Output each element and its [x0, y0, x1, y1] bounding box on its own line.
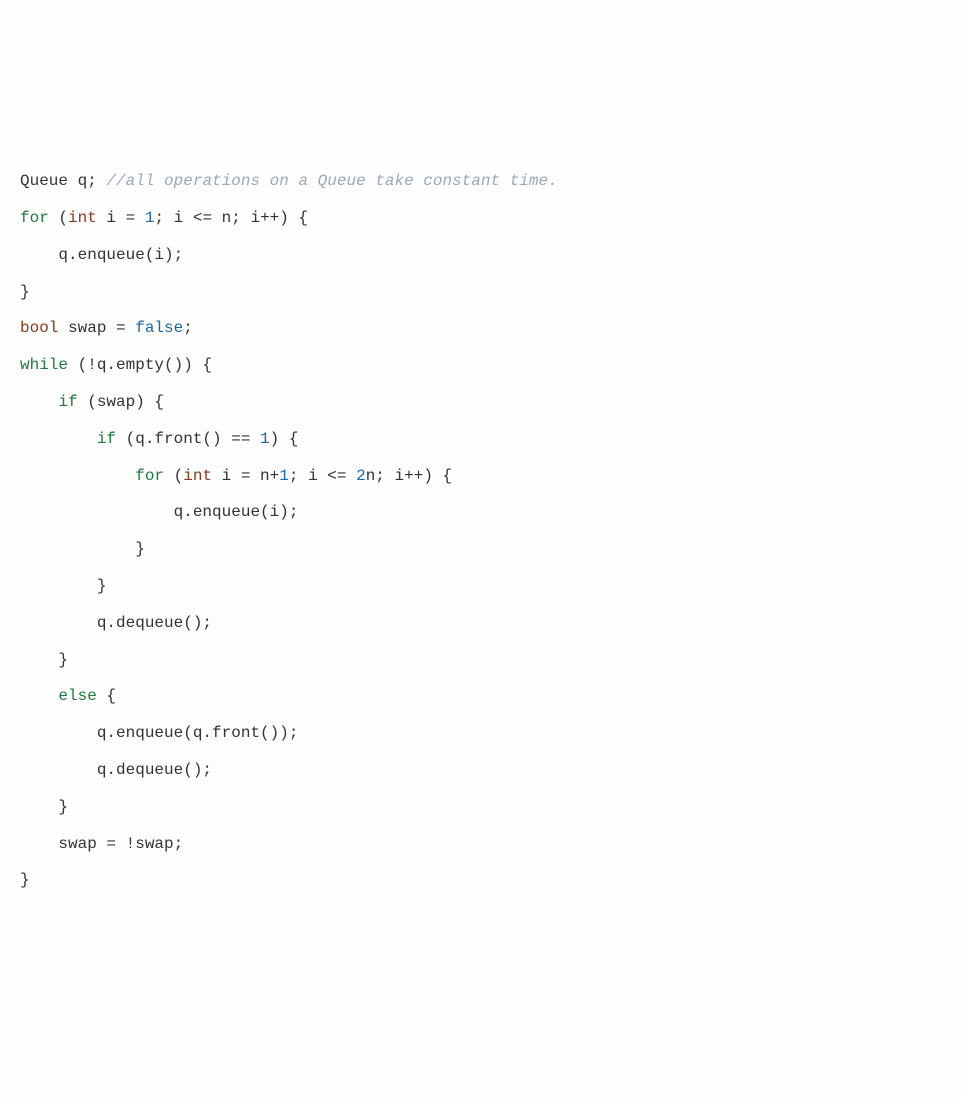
code-token: (	[164, 467, 183, 485]
indent	[20, 651, 58, 669]
code-token: q.dequeue();	[97, 614, 212, 632]
code-token: if	[97, 430, 116, 448]
code-line: }	[20, 531, 942, 568]
indent	[20, 614, 97, 632]
code-token: if	[58, 393, 77, 411]
code-line: if (swap) {	[20, 384, 942, 421]
code-line: else {	[20, 678, 942, 715]
code-line: q.enqueue(i);	[20, 494, 942, 531]
code-line: if (q.front() == 1) {	[20, 421, 942, 458]
code-token: ; i <= n; i++) {	[154, 209, 308, 227]
code-line: q.dequeue();	[20, 752, 942, 789]
code-token: (swap) {	[78, 393, 164, 411]
code-token: for	[20, 209, 49, 227]
code-token: Queue q;	[20, 172, 106, 190]
indent	[20, 798, 58, 816]
code-token: }	[135, 540, 145, 558]
code-line: q.enqueue(q.front());	[20, 715, 942, 752]
code-token: n; i++) {	[366, 467, 452, 485]
code-token: }	[20, 871, 30, 889]
code-token: q.dequeue();	[97, 761, 212, 779]
code-token: int	[68, 209, 97, 227]
code-token: else	[58, 687, 96, 705]
indent	[20, 687, 58, 705]
code-token: }	[58, 651, 68, 669]
code-token: i =	[97, 209, 145, 227]
code-token: swap =	[58, 319, 135, 337]
code-token: ) {	[270, 430, 299, 448]
indent	[20, 393, 58, 411]
indent	[20, 724, 97, 742]
code-line: Queue q; //all operations on a Queue tak…	[20, 163, 942, 200]
code-token: false	[135, 319, 183, 337]
code-line: for (int i = 1; i <= n; i++) {	[20, 200, 942, 237]
code-token: }	[58, 798, 68, 816]
code-line: }	[20, 568, 942, 605]
indent	[20, 577, 97, 595]
code-token: 1	[145, 209, 155, 227]
code-token: 1	[279, 467, 289, 485]
indent	[20, 835, 58, 853]
code-token: q.enqueue(i);	[58, 246, 183, 264]
code-token: ;	[183, 319, 193, 337]
code-token: for	[135, 467, 164, 485]
code-token: (!q.empty()) {	[68, 356, 212, 374]
code-line: }	[20, 642, 942, 679]
code-token: (	[49, 209, 68, 227]
code-line: q.enqueue(i);	[20, 237, 942, 274]
code-line: q.dequeue();	[20, 605, 942, 642]
code-line: }	[20, 789, 942, 826]
code-token: 2	[356, 467, 366, 485]
indent	[20, 467, 135, 485]
code-token: int	[183, 467, 212, 485]
code-token: }	[97, 577, 107, 595]
indent	[20, 430, 97, 448]
code-token: ; i <=	[289, 467, 356, 485]
indent	[20, 246, 58, 264]
code-line: swap = !swap;	[20, 826, 942, 863]
code-token: while	[20, 356, 68, 374]
code-line: }	[20, 862, 942, 899]
code-token: q.enqueue(q.front());	[97, 724, 299, 742]
code-token: bool	[20, 319, 58, 337]
code-token: (q.front() ==	[116, 430, 260, 448]
indent	[20, 503, 174, 521]
code-line: while (!q.empty()) {	[20, 347, 942, 384]
code-token: i = n+	[212, 467, 279, 485]
code-token: swap = !swap;	[58, 835, 183, 853]
code-block: Queue q; //all operations on a Queue tak…	[20, 163, 942, 899]
code-token: }	[20, 283, 30, 301]
code-token: {	[97, 687, 116, 705]
indent	[20, 540, 135, 558]
code-token: 1	[260, 430, 270, 448]
code-token: //all operations on a Queue take constan…	[106, 172, 557, 190]
code-line: for (int i = n+1; i <= 2n; i++) {	[20, 458, 942, 495]
code-line: }	[20, 274, 942, 311]
code-line: bool swap = false;	[20, 310, 942, 347]
indent	[20, 761, 97, 779]
code-token: q.enqueue(i);	[174, 503, 299, 521]
